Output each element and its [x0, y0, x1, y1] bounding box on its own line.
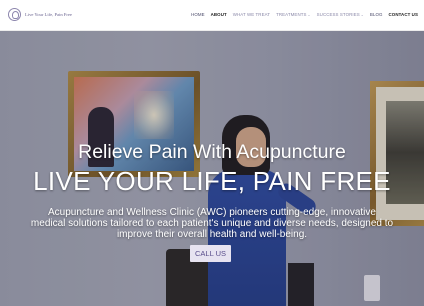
logo-text: Live Your Life, Pain Free	[25, 12, 72, 17]
nav-treatments-label: TREATMENTS	[276, 12, 307, 17]
main-nav: HOME ABOUT WHAT WE TREAT TREATMENTS⌄ SUC…	[185, 12, 418, 17]
chevron-down-icon: ⌄	[307, 13, 311, 17]
nav-blog[interactable]: BLOG	[370, 12, 383, 17]
nav-treatments[interactable]: TREATMENTS⌄	[276, 12, 311, 17]
hero-tagline: Relieve Pain With Acupuncture	[78, 141, 346, 163]
site-header: Live Your Life, Pain Free HOME ABOUT WHA…	[0, 0, 424, 31]
nav-success-stories-label: SUCCESS STORIES	[316, 12, 360, 17]
site-logo[interactable]: Live Your Life, Pain Free	[8, 8, 72, 21]
hero-section: Relieve Pain With Acupuncture LIVE YOUR …	[0, 31, 424, 306]
call-us-button[interactable]: CALL US	[190, 245, 231, 262]
nav-contact-us[interactable]: CONTACT US	[389, 12, 418, 17]
chevron-down-icon: ⌄	[360, 13, 364, 17]
hero-content: Relieve Pain With Acupuncture LIVE YOUR …	[0, 31, 424, 306]
nav-success-stories[interactable]: SUCCESS STORIES⌄	[317, 12, 364, 17]
hero-headline: LIVE YOUR LIFE, PAIN FREE	[33, 166, 391, 196]
nav-about[interactable]: ABOUT	[211, 12, 227, 17]
lotus-logo-icon	[8, 8, 21, 21]
nav-what-we-treat[interactable]: WHAT WE TREAT	[233, 12, 270, 17]
hero-description: Acupuncture and Wellness Clinic (AWC) pi…	[30, 207, 394, 240]
nav-home[interactable]: HOME	[191, 12, 205, 17]
